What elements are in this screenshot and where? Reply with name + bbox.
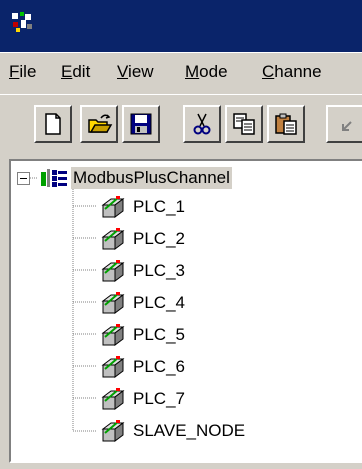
save-icon [130, 113, 152, 135]
copy-icon [233, 113, 255, 135]
device-icon[interactable] [99, 195, 125, 219]
menu-edit[interactable]: Edit [61, 62, 90, 82]
undo-button[interactable] [326, 105, 362, 143]
collapse-toggle[interactable] [17, 172, 30, 185]
app-icon[interactable] [10, 10, 34, 34]
toolbar [0, 94, 362, 157]
tree-node-label[interactable]: PLC_2 [133, 228, 185, 250]
channel-tree[interactable]: ModbusPlusChannel PLC_1 PLC_2 PLC_3 PLC_4 PL… [9, 159, 362, 463]
tree-node-label[interactable]: PLC_6 [133, 356, 185, 378]
menu-channel[interactable]: Channe [262, 62, 322, 82]
tree-node-label[interactable]: SLAVE_NODE [133, 420, 245, 442]
menu-view[interactable]: View [117, 62, 154, 82]
tree-node-label[interactable]: PLC_5 [133, 324, 185, 346]
device-icon[interactable] [99, 419, 125, 443]
title-bar[interactable] [0, 0, 362, 52]
cut-icon [193, 113, 211, 135]
tree-node-label[interactable]: PLC_3 [133, 260, 185, 282]
new-button[interactable] [34, 105, 72, 143]
paste-button[interactable] [267, 105, 305, 143]
open-icon [88, 114, 113, 133]
paste-icon [275, 113, 297, 135]
tree-node-label[interactable]: PLC_7 [133, 388, 185, 410]
menu-file[interactable]: File [9, 62, 36, 82]
cut-button[interactable] [183, 105, 221, 143]
tree-root-label[interactable]: ModbusPlusChannel [71, 167, 232, 189]
device-icon[interactable] [99, 227, 125, 251]
tree-connector-lines [30, 177, 97, 432]
device-icon[interactable] [99, 291, 125, 315]
channel-icon[interactable] [39, 167, 71, 189]
open-button[interactable] [80, 105, 118, 143]
device-icon[interactable] [99, 387, 125, 411]
new-icon [45, 113, 61, 135]
device-icon[interactable] [99, 323, 125, 347]
menu-mode[interactable]: Mode [185, 62, 228, 82]
device-icon[interactable] [99, 355, 125, 379]
copy-button[interactable] [225, 105, 263, 143]
device-icon[interactable] [99, 259, 125, 283]
menu-bar: File Edit View Mode Channe [0, 52, 362, 95]
tree-node-label[interactable]: PLC_1 [133, 196, 185, 218]
save-button[interactable] [122, 105, 160, 143]
tree-node-label[interactable]: PLC_4 [133, 292, 185, 314]
undo-icon [342, 121, 352, 131]
